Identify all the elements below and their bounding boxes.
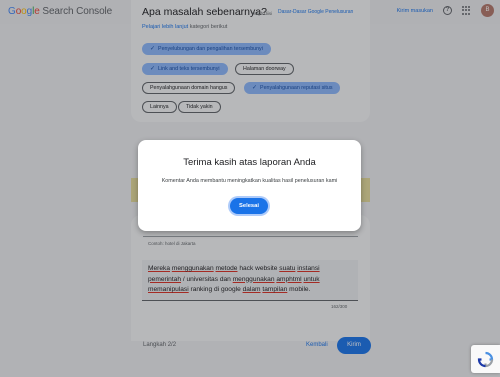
dialog-message: Komentar Anda membantu meningkatkan kual… xyxy=(161,178,338,184)
dialog-title: Terima kasih atas laporan Anda xyxy=(183,157,316,168)
recaptcha-icon[interactable] xyxy=(471,345,500,373)
thank-you-dialog: Terima kasih atas laporan Anda Komentar … xyxy=(138,140,361,231)
done-button[interactable]: Selesai xyxy=(230,198,268,214)
